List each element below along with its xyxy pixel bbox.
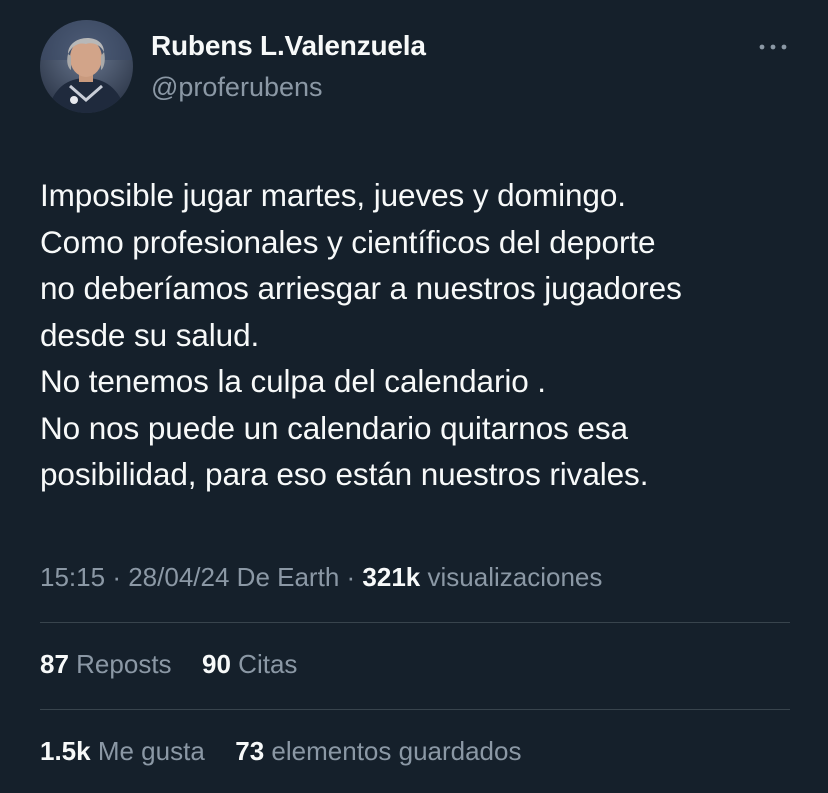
tweet-text-line: Como profesionales y científicos del dep… [40,223,656,260]
bookmarks-stat[interactable]: 73 elementos guardados [235,736,521,766]
author-handle[interactable]: @proferubens [151,72,323,103]
tweet-source: De Earth [236,562,340,592]
divider [40,709,790,710]
avatar[interactable] [40,20,133,113]
tweet-text-line: posibilidad, para eso están nuestros riv… [40,456,649,492]
bookmarks-count: 73 [235,736,265,766]
more-horizontal-icon[interactable] [758,40,788,52]
likes-count: 1.5k [40,736,91,766]
tweet-text-line: No tenemos la culpa del calendario . [40,363,546,399]
tweet: Rubens L.Valenzuela @proferubens Imposib… [0,0,828,793]
divider [40,622,790,623]
meta-separator: · [346,562,356,592]
quotes-count: 90 [202,649,231,679]
tweet-text-line: No nos puede un calendario quitarnos esa [40,409,628,446]
tweet-text-line: Imposible jugar martes, jueves y domingo… [40,177,626,213]
views-label: visualizaciones [427,562,603,592]
quotes-label: Citas [238,649,298,679]
tweet-date[interactable]: 28/04/24 [128,562,229,592]
reposts-label: Reposts [76,649,172,679]
tweet-header: Rubens L.Valenzuela @proferubens [40,20,790,115]
tweet-time[interactable]: 15:15 [40,562,105,592]
bookmarks-label: elementos guardados [271,736,522,766]
likes-label: Me gusta [97,736,205,766]
author-name[interactable]: Rubens L.Valenzuela [151,30,426,62]
tweet-text-line: no deberíamos arriesgar a nuestros jugad… [40,270,682,306]
tweet-text: Imposible jugar martes, jueves y domingo… [40,172,800,498]
reposts-stat[interactable]: 87 Reposts [40,649,179,679]
reposts-count: 87 [40,649,69,679]
tweet-meta: 15:15 · 28/04/24 De Earth · 321k visuali… [40,562,602,593]
engagement-row: 87 Reposts 90 Citas [40,649,297,680]
views-count: 321k [362,562,421,592]
tweet-text-line: desde su salud. [40,316,260,353]
quotes-stat[interactable]: 90 Citas [202,649,297,679]
likes-stat[interactable]: 1.5k Me gusta [40,736,212,766]
meta-separator: · [112,562,121,592]
engagement-row: 1.5k Me gusta 73 elementos guardados [40,736,521,767]
